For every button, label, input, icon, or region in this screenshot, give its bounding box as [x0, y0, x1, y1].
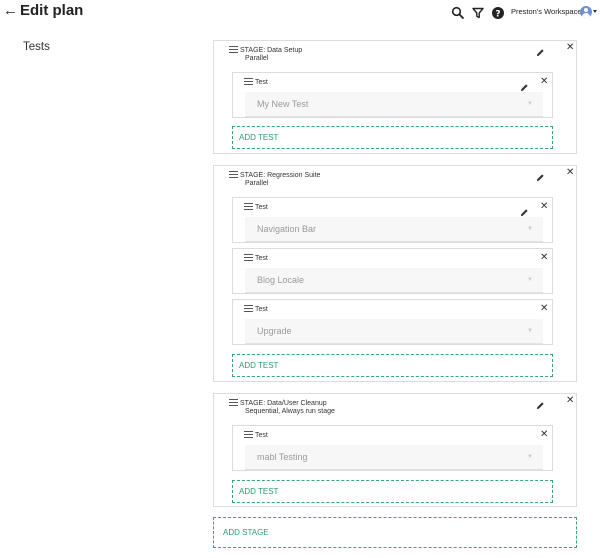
test-select-value: Upgrade: [257, 326, 292, 336]
stage-card: STAGE: Data/User Cleanup Sequential, Alw…: [213, 393, 577, 507]
section-title: Tests: [23, 41, 50, 53]
drag-handle-icon[interactable]: [229, 46, 238, 53]
remove-test-icon[interactable]: ✕: [540, 253, 548, 263]
remove-test-icon[interactable]: ✕: [540, 430, 548, 440]
stage-title: STAGE: Regression Suite: [240, 172, 321, 179]
drag-handle-icon[interactable]: [244, 254, 253, 261]
chevron-down-icon[interactable]: [593, 10, 597, 13]
stage-title: STAGE: Data Setup: [240, 47, 303, 54]
remove-test-icon[interactable]: ✕: [540, 77, 548, 87]
remove-test-icon[interactable]: ✕: [540, 304, 548, 314]
test-select-value: Blog Locale: [257, 275, 305, 285]
test-select[interactable]: My New Test ▼: [245, 92, 543, 117]
remove-test-icon[interactable]: ✕: [540, 202, 548, 212]
close-stage-icon[interactable]: ✕: [566, 43, 574, 53]
edit-stage-icon[interactable]: [536, 48, 545, 57]
add-test-button[interactable]: ADD TEST: [232, 480, 553, 503]
workspace-switcher[interactable]: Preston's Workspace: [511, 7, 582, 16]
test-select-value: My New Test: [257, 99, 309, 109]
test-label: Test: [255, 79, 268, 86]
drag-handle-icon[interactable]: [244, 203, 253, 210]
close-stage-icon[interactable]: ✕: [566, 396, 574, 406]
test-select[interactable]: Upgrade ▼: [245, 319, 543, 344]
stage-card: STAGE: Regression Suite Parallel ✕ Test …: [213, 165, 577, 382]
edit-stage-icon[interactable]: [536, 401, 545, 410]
test-select[interactable]: Navigation Bar ▼: [245, 217, 543, 242]
test-card: Test ✕ Blog Locale ▼: [232, 248, 553, 294]
arrow-left-icon[interactable]: ←: [3, 2, 18, 19]
edit-test-icon[interactable]: [520, 208, 529, 217]
stage-subtitle: Parallel: [245, 55, 269, 62]
add-test-button[interactable]: ADD TEST: [232, 354, 553, 377]
stage-header: STAGE: Data Setup Parallel: [229, 46, 302, 62]
add-test-button[interactable]: ADD TEST: [232, 126, 553, 149]
drag-handle-icon[interactable]: [244, 431, 253, 438]
chevron-down-icon: ▼: [527, 328, 533, 334]
chevron-down-icon: ▼: [527, 101, 533, 107]
test-card: Test ✕ Upgrade ▼: [232, 299, 553, 345]
stage-header: STAGE: Data/User Cleanup Sequential, Alw…: [229, 399, 335, 415]
test-label: Test: [255, 432, 268, 439]
test-select-value: Navigation Bar: [257, 224, 317, 234]
edit-stage-icon[interactable]: [536, 173, 545, 182]
test-select[interactable]: Blog Locale ▼: [245, 268, 543, 293]
stage-card: STAGE: Data Setup Parallel ✕ Test ✕ My N…: [213, 40, 577, 154]
drag-handle-icon[interactable]: [229, 399, 238, 406]
drag-handle-icon[interactable]: [244, 305, 253, 312]
test-label: Test: [255, 255, 268, 262]
user-avatar-icon[interactable]: [580, 6, 592, 18]
test-label: Test: [255, 306, 268, 313]
chevron-down-icon: ▼: [527, 277, 533, 283]
stage-subtitle: Sequential, Always run stage: [245, 408, 335, 415]
test-select-value: mabl Testing: [257, 452, 308, 462]
filter-icon[interactable]: [471, 6, 485, 20]
drag-handle-icon[interactable]: [244, 78, 253, 85]
add-stage-button[interactable]: ADD STAGE: [213, 517, 577, 548]
edit-test-icon[interactable]: [520, 83, 529, 92]
test-card: Test ✕ mabl Testing ▼: [232, 425, 553, 471]
stage-subtitle: Parallel: [245, 180, 269, 187]
test-card: Test ✕ My New Test ▼: [232, 72, 553, 118]
stage-header: STAGE: Regression Suite Parallel: [229, 171, 320, 187]
close-stage-icon[interactable]: ✕: [566, 168, 574, 178]
search-icon[interactable]: [451, 6, 465, 20]
test-card: Test ✕ Navigation Bar ▼: [232, 197, 553, 243]
test-label: Test: [255, 204, 268, 211]
test-select[interactable]: mabl Testing ▼: [245, 445, 543, 470]
help-icon[interactable]: ?: [491, 6, 505, 20]
chevron-down-icon: ▼: [527, 454, 533, 460]
chevron-down-icon: ▼: [527, 226, 533, 232]
drag-handle-icon[interactable]: [229, 171, 238, 178]
stage-title: STAGE: Data/User Cleanup: [240, 400, 327, 407]
svg-text:?: ?: [495, 9, 500, 19]
page-title: Edit plan: [20, 2, 84, 19]
top-bar: ← Edit plan ? Preston's Workspace: [0, 0, 600, 26]
